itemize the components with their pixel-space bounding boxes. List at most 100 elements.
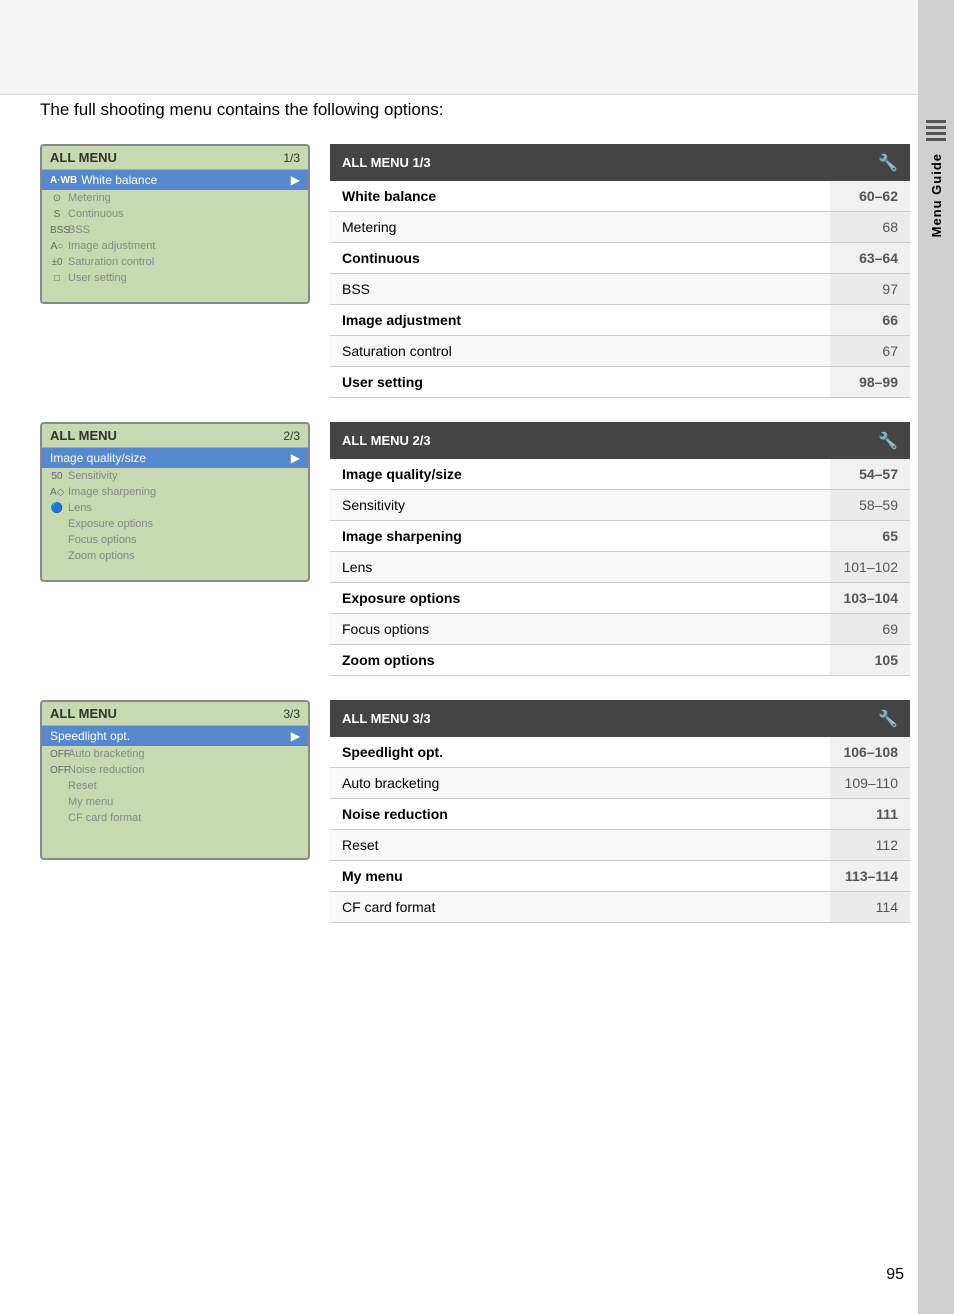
main-content: The full shooting menu contains the foll…: [40, 100, 910, 947]
table-cell-page: 109–110: [830, 768, 910, 799]
table-row: Focus options69: [330, 614, 910, 645]
table-cell-page: 68: [830, 212, 910, 243]
table-row: Noise reduction111: [330, 799, 910, 830]
table-cell-label: My menu: [330, 861, 830, 892]
table-cell-label: Image sharpening: [330, 521, 830, 552]
table-row: Continuous63–64: [330, 243, 910, 274]
ref-table-1: ALL MENU 1/3🔧White balance60–62Metering6…: [330, 144, 910, 398]
table-cell-label: Reset: [330, 830, 830, 861]
table-cell-page: 98–99: [830, 367, 910, 398]
table-cell-page: 54–57: [830, 459, 910, 490]
table-cell-page: 111: [830, 799, 910, 830]
table-header: ALL MENU 2/3: [330, 422, 830, 459]
table-row: My menu113–114: [330, 861, 910, 892]
lcd-selected-row: Speedlight opt.▶: [42, 726, 308, 746]
table-row: Saturation control67: [330, 336, 910, 367]
table-cell-label: Metering: [330, 212, 830, 243]
ref-table-2: ALL MENU 2/3🔧Image quality/size54–57Sens…: [330, 422, 910, 676]
table-cell-label: Noise reduction: [330, 799, 830, 830]
lcd-row: Zoom options: [42, 548, 308, 564]
lcd-row: BSSBSS: [42, 222, 308, 238]
lcd-title: ALL MENU: [50, 706, 117, 721]
menu-sections: ALL MENU1/3A·WBWhite balance▶⊙MeteringSC…: [40, 144, 910, 923]
lcd-row: My menu: [42, 794, 308, 810]
table-cell-page: 69: [830, 614, 910, 645]
table-cell-label: Saturation control: [330, 336, 830, 367]
lcd-row: ±0Saturation control: [42, 254, 308, 270]
table-header: ALL MENU 3/3: [330, 700, 830, 737]
lcd-selected-row: Image quality/size▶: [42, 448, 308, 468]
ref-table-3: ALL MENU 3/3🔧Speedlight opt.106–108Auto …: [330, 700, 910, 923]
ref-table-wrapper-1: ALL MENU 1/3🔧White balance60–62Metering6…: [330, 144, 910, 398]
lcd-row: 🔵Lens: [42, 500, 308, 516]
ref-table-wrapper-3: ALL MENU 3/3🔧Speedlight opt.106–108Auto …: [330, 700, 910, 923]
table-row: Lens101–102: [330, 552, 910, 583]
lcd-page: 3/3: [283, 707, 300, 721]
lcd-selected-row: A·WBWhite balance▶: [42, 170, 308, 190]
table-row: Sensitivity58–59: [330, 490, 910, 521]
table-cell-page: 103–104: [830, 583, 910, 614]
table-header-icon: 🔧: [830, 422, 910, 459]
sidebar-tab: Menu Guide: [918, 0, 954, 1314]
sidebar-label: Menu Guide: [929, 153, 944, 237]
lcd-title: ALL MENU: [50, 150, 117, 165]
table-cell-label: User setting: [330, 367, 830, 398]
table-cell-label: Speedlight opt.: [330, 737, 830, 768]
table-cell-label: BSS: [330, 274, 830, 305]
table-row: Image quality/size54–57: [330, 459, 910, 490]
table-cell-label: CF card format: [330, 892, 830, 923]
table-cell-page: 106–108: [830, 737, 910, 768]
lcd-row: OFFNoise reduction: [42, 762, 308, 778]
lcd-row: 50Sensitivity: [42, 468, 308, 484]
intro-text: The full shooting menu contains the foll…: [40, 100, 910, 120]
table-cell-page: 58–59: [830, 490, 910, 521]
lcd-row: A◇Image sharpening: [42, 484, 308, 500]
table-row: Exposure options103–104: [330, 583, 910, 614]
table-cell-page: 101–102: [830, 552, 910, 583]
lcd-row: ⊙Metering: [42, 190, 308, 206]
table-cell-label: Focus options: [330, 614, 830, 645]
lcd-row: □User setting: [42, 270, 308, 286]
lcd-row: A○Image adjustment: [42, 238, 308, 254]
table-cell-label: White balance: [330, 181, 830, 212]
table-cell-label: Sensitivity: [330, 490, 830, 521]
page-container: Menu Guide The full shooting menu contai…: [0, 0, 954, 1314]
table-row: Image adjustment66: [330, 305, 910, 336]
table-cell-label: Image adjustment: [330, 305, 830, 336]
table-cell-page: 113–114: [830, 861, 910, 892]
lcd-header-1: ALL MENU 1/3: [42, 146, 308, 170]
lcd-panel-2: ALL MENU2/3Image quality/size▶50Sensitiv…: [40, 422, 310, 582]
lcd-row: CF card format: [42, 810, 308, 826]
table-header: ALL MENU 1/3: [330, 144, 830, 181]
lcd-row: OFFAuto bracketing: [42, 746, 308, 762]
lcd-panel-3: ALL MENU 3/3 Speedlight opt.▶OFFAuto brack…: [40, 700, 310, 860]
table-cell-page: 65: [830, 521, 910, 552]
table-cell-page: 97: [830, 274, 910, 305]
table-row: User setting98–99: [330, 367, 910, 398]
book-icon: [926, 120, 946, 141]
lcd-panel-1: ALL MENU1/3A·WBWhite balance▶⊙MeteringSC…: [40, 144, 310, 304]
table-cell-label: Zoom options: [330, 645, 830, 676]
lcd-row: Focus options: [42, 532, 308, 548]
table-row: Reset112: [330, 830, 910, 861]
table-row: BSS97: [330, 274, 910, 305]
lcd-header-3: ALL MENU 3/3: [42, 702, 308, 726]
table-header-icon: 🔧: [830, 144, 910, 181]
table-cell-page: 60–62: [830, 181, 910, 212]
page-number: 95: [886, 1266, 904, 1284]
table-row: Auto bracketing109–110: [330, 768, 910, 799]
menu-section-3: ALL MENU 3/3 Speedlight opt.▶OFFAuto brack…: [40, 700, 910, 923]
table-header-icon: 🔧: [830, 700, 910, 737]
table-row: Speedlight opt.106–108: [330, 737, 910, 768]
lcd-page: 1/3: [283, 151, 300, 165]
table-row: Metering68: [330, 212, 910, 243]
table-cell-page: 114: [830, 892, 910, 923]
table-cell-page: 66: [830, 305, 910, 336]
table-row: Zoom options105: [330, 645, 910, 676]
top-box: [0, 0, 918, 95]
table-cell-label: Lens: [330, 552, 830, 583]
lcd-row: Exposure options: [42, 516, 308, 532]
table-row: Image sharpening65: [330, 521, 910, 552]
lcd-title: ALL MENU: [50, 428, 117, 443]
table-cell-label: Continuous: [330, 243, 830, 274]
